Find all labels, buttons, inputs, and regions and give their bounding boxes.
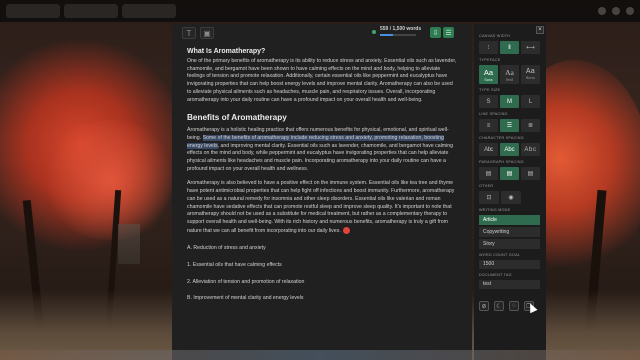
word-count: 559 / 1,500 words bbox=[380, 26, 422, 32]
writing-mode-label: WRITING MODE bbox=[479, 208, 511, 212]
para-spacing-medium-icon[interactable]: ▤ bbox=[500, 167, 519, 180]
word-goal-label: WORD COUNT GOAL bbox=[479, 253, 521, 257]
line-spacing-loose-icon[interactable]: ≣ bbox=[521, 119, 540, 132]
line-spacing-label: LINE SPACING bbox=[479, 112, 508, 116]
text-format-icon[interactable]: T bbox=[182, 27, 196, 39]
doc-tag-field[interactable]: test bbox=[479, 280, 540, 289]
save-status-icon bbox=[372, 30, 376, 34]
char-spacing-label: CHARACTER SPACING bbox=[479, 136, 524, 140]
section-heading: Benefits of Aromatherapy bbox=[187, 113, 287, 123]
comment-marker-icon[interactable] bbox=[342, 226, 350, 234]
para-spacing-label: PARAGRAPH SPACING bbox=[479, 160, 524, 164]
paragraph: One of the primary benefits of aromather… bbox=[187, 58, 457, 103]
editor-toolbar: T ▣ 559 / 1,500 words ⇩ ☰ bbox=[172, 24, 472, 42]
paragraph: Aromatherapy is also believed to have a … bbox=[187, 180, 455, 234]
para-spacing-large-icon[interactable]: ▤ bbox=[521, 167, 540, 180]
list-item: B. Improvement of mental clarity and ene… bbox=[187, 295, 304, 302]
para-spacing-small-icon[interactable]: ▤ bbox=[479, 167, 498, 180]
type-size-label: TYPE SIZE bbox=[479, 88, 501, 92]
taskbar bbox=[0, 350, 640, 360]
char-spacing-normal[interactable]: Abc bbox=[500, 143, 519, 156]
word-goal-field[interactable]: 1500 bbox=[479, 260, 540, 269]
line-spacing-normal-icon[interactable]: ☰ bbox=[500, 119, 519, 132]
canvas-width-label: CANVAS WIDTH bbox=[479, 34, 511, 38]
canvas-narrow-option[interactable]: ⁝ bbox=[479, 41, 498, 54]
browser-tab[interactable] bbox=[122, 4, 176, 18]
typeface-sans-option[interactable]: Aa Sans bbox=[479, 65, 498, 84]
section-heading: What Is Aromatherapy? bbox=[187, 48, 266, 55]
canvas-wide-option[interactable]: ⟷ bbox=[521, 41, 540, 54]
document-body[interactable]: What Is Aromatherapy? One of the primary… bbox=[172, 42, 472, 360]
canvas-medium-option[interactable]: ‖ bbox=[500, 41, 519, 54]
typeface-mono-option[interactable]: Aa Mono bbox=[521, 65, 540, 84]
export-button[interactable]: ⇩ bbox=[430, 27, 441, 38]
paragraph: Aromatherapy is a holistic healing pract… bbox=[187, 127, 454, 172]
browser-top-bar bbox=[0, 0, 640, 22]
typewriter-mode-icon[interactable]: ◉ bbox=[501, 191, 521, 204]
window-control[interactable] bbox=[612, 7, 620, 15]
list-item: A. Reduction of stress and anxiety bbox=[187, 245, 266, 252]
typeface-serif-option[interactable]: Aa Serif bbox=[500, 65, 519, 84]
writing-mode-article[interactable]: Article bbox=[479, 215, 540, 225]
other-label: OTHER bbox=[479, 184, 494, 188]
type-size-small[interactable]: S bbox=[479, 95, 498, 108]
dark-mode-icon[interactable]: ☾ bbox=[494, 301, 504, 311]
window-control[interactable] bbox=[598, 7, 606, 15]
list-item: 2. Alleviation of tension and promotion … bbox=[187, 278, 305, 285]
image-icon[interactable]: ▣ bbox=[200, 27, 214, 39]
char-spacing-tight[interactable]: Abc bbox=[479, 143, 498, 156]
type-size-large[interactable]: L bbox=[521, 95, 540, 108]
doc-tag-label: DOCUMENT TAG bbox=[479, 273, 512, 277]
line-spacing-tight-icon[interactable]: ≡ bbox=[479, 119, 498, 132]
close-icon[interactable]: × bbox=[536, 26, 544, 34]
help-icon[interactable]: ⊘ bbox=[479, 301, 489, 311]
browser-tab[interactable] bbox=[6, 4, 60, 18]
list-item: 1. Essential oils that have calming effe… bbox=[187, 261, 282, 268]
window-control[interactable] bbox=[626, 7, 634, 15]
theme-icon[interactable]: ◌ bbox=[509, 301, 519, 311]
word-progress-bar bbox=[380, 34, 416, 36]
writing-mode-story[interactable]: Story bbox=[479, 239, 540, 249]
char-spacing-wide[interactable]: Abc bbox=[521, 143, 540, 156]
focus-mode-icon[interactable]: ⊡ bbox=[479, 191, 499, 204]
settings-button[interactable]: ☰ bbox=[443, 27, 454, 38]
editor-window: T ▣ 559 / 1,500 words ⇩ ☰ What Is Aromat… bbox=[172, 24, 472, 360]
browser-tab[interactable] bbox=[64, 4, 118, 18]
typeface-label: TYPEFACE bbox=[479, 58, 501, 62]
outline-list: A. Reduction of stress and anxiety 1. Es… bbox=[187, 245, 457, 303]
writing-mode-copywriting[interactable]: Copywriting bbox=[479, 227, 540, 237]
type-size-medium[interactable]: M bbox=[500, 95, 519, 108]
